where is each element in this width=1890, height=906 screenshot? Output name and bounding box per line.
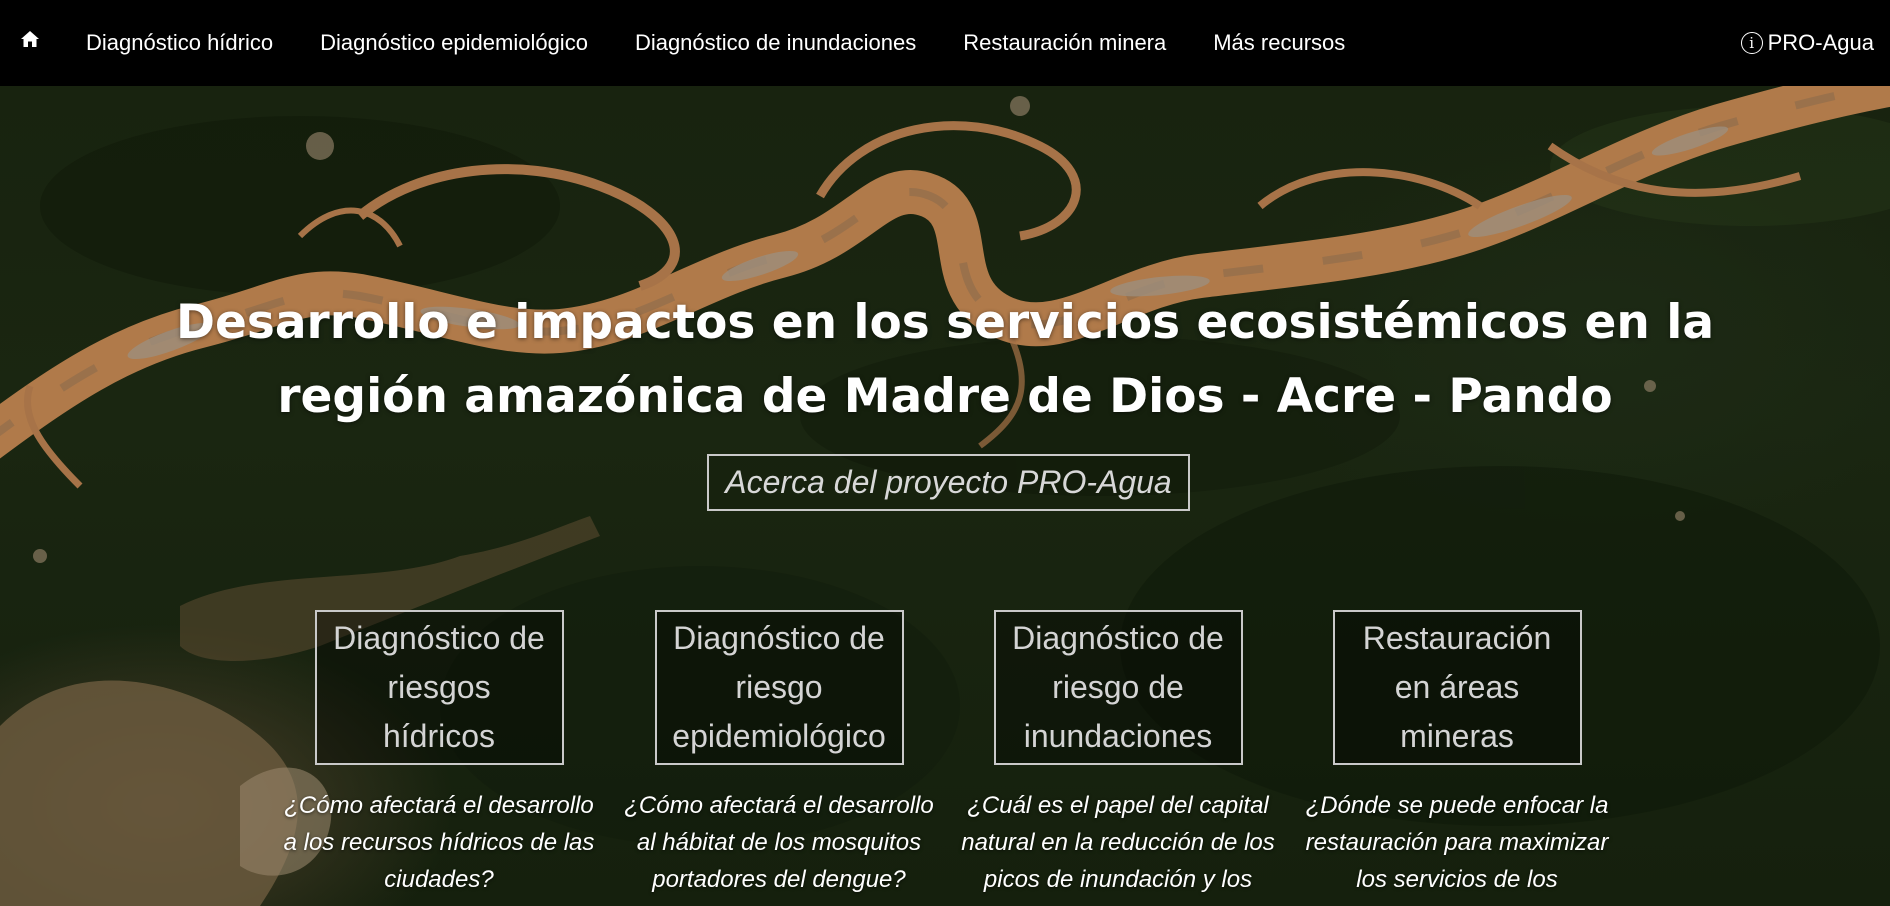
nav-link-diagnostico-epidemiologico[interactable]: Diagnóstico epidemiológico <box>320 30 588 56</box>
card-question-line: a los recursos hídricos de las <box>283 829 595 856</box>
card-title-line: en áreas <box>1394 669 1520 705</box>
card-riesgos-hidricos-button[interactable]: Diagnóstico de riesgos hídricos <box>314 610 564 765</box>
brand-label: PRO-Agua <box>1767 30 1874 55</box>
top-navbar: Diagnóstico hídrico Diagnóstico epidemio… <box>0 0 1890 86</box>
card-restauracion-mineras: Restauración en áreas mineras ¿Dónde se … <box>1287 610 1627 898</box>
home-icon[interactable] <box>19 28 41 50</box>
card-question-line: ¿Cómo afectará el desarrollo <box>624 792 934 819</box>
card-riesgo-epidemiologico: Diagnóstico de riesgo epidemiológico ¿Có… <box>609 610 949 898</box>
card-title-line: riesgos <box>387 669 491 705</box>
card-question-line: portadores del dengue? <box>652 866 906 893</box>
card-title-line: mineras <box>1400 718 1514 754</box>
card-restauracion-mineras-button[interactable]: Restauración en áreas mineras <box>1332 610 1582 765</box>
hero-title-line2: región amazónica de Madre de Dios - Acre… <box>277 369 1613 424</box>
nav-link-restauracion-minera[interactable]: Restauración minera <box>963 30 1166 56</box>
card-question-line: ciudades? <box>384 866 494 893</box>
card-riesgos-hidricos: Diagnóstico de riesgos hídricos ¿Cómo af… <box>269 610 609 898</box>
hero-section: Desarrollo e impactos en los servicios e… <box>0 86 1890 906</box>
card-title-line: riesgo de <box>1052 669 1184 705</box>
hero-title-line1: Desarrollo e impactos en los servicios e… <box>175 295 1715 350</box>
card-question-line: natural en la reducción de los <box>961 829 1275 856</box>
card-title-line: Diagnóstico de <box>673 620 885 656</box>
card-question-line: ¿Cuál es el papel del capital <box>967 792 1269 819</box>
card-question-line: los servicios de los <box>1356 866 1558 893</box>
card-riesgo-inundaciones-button[interactable]: Diagnóstico de riesgo de inundaciones <box>993 610 1243 765</box>
card-title-line: hídricos <box>382 718 496 754</box>
card-riesgo-epidemiologico-button[interactable]: Diagnóstico de riesgo epidemiológico <box>654 610 904 765</box>
card-title-line: Diagnóstico de <box>333 620 545 656</box>
card-title-line: riesgo <box>735 669 823 705</box>
card-title-line: inundaciones <box>1023 718 1213 754</box>
card-question: ¿Cómo afectará el desarrollo a los recur… <box>269 787 609 898</box>
card-question: ¿Cuál es el papel del capital natural en… <box>948 787 1288 898</box>
card-question: ¿Cómo afectará el desarrollo al hábitat … <box>609 787 949 898</box>
about-project-button[interactable]: Acerca del proyecto PRO-Agua <box>707 454 1190 511</box>
card-question-line: al hábitat de los mosquitos <box>636 829 922 856</box>
card-title-line: Diagnóstico de <box>1012 620 1224 656</box>
card-question-line: ¿Dónde se puede enfocar la <box>1305 792 1609 819</box>
card-title-line: epidemiológico <box>672 718 886 754</box>
card-question-line: picos de inundación y los <box>983 866 1253 893</box>
card-question-line: restauración para maximizar <box>1305 829 1609 856</box>
nav-link-diagnostico-inundaciones[interactable]: Diagnóstico de inundaciones <box>635 30 916 56</box>
card-question: ¿Dónde se puede enfocar la restauración … <box>1287 787 1627 898</box>
card-question-line: ¿Cómo afectará el desarrollo <box>284 792 594 819</box>
card-riesgo-inundaciones: Diagnóstico de riesgo de inundaciones ¿C… <box>948 610 1288 898</box>
nav-link-mas-recursos[interactable]: Más recursos <box>1213 30 1345 56</box>
hero-title: Desarrollo e impactos en los servicios e… <box>0 286 1890 434</box>
card-title-line: Restauración <box>1362 620 1552 656</box>
nav-links: Diagnóstico hídrico Diagnóstico epidemio… <box>86 0 1392 86</box>
info-icon: i <box>1740 32 1763 54</box>
brand-link[interactable]: i PRO-Agua <box>1740 0 1874 86</box>
nav-link-diagnostico-hidrico[interactable]: Diagnóstico hídrico <box>86 30 273 56</box>
